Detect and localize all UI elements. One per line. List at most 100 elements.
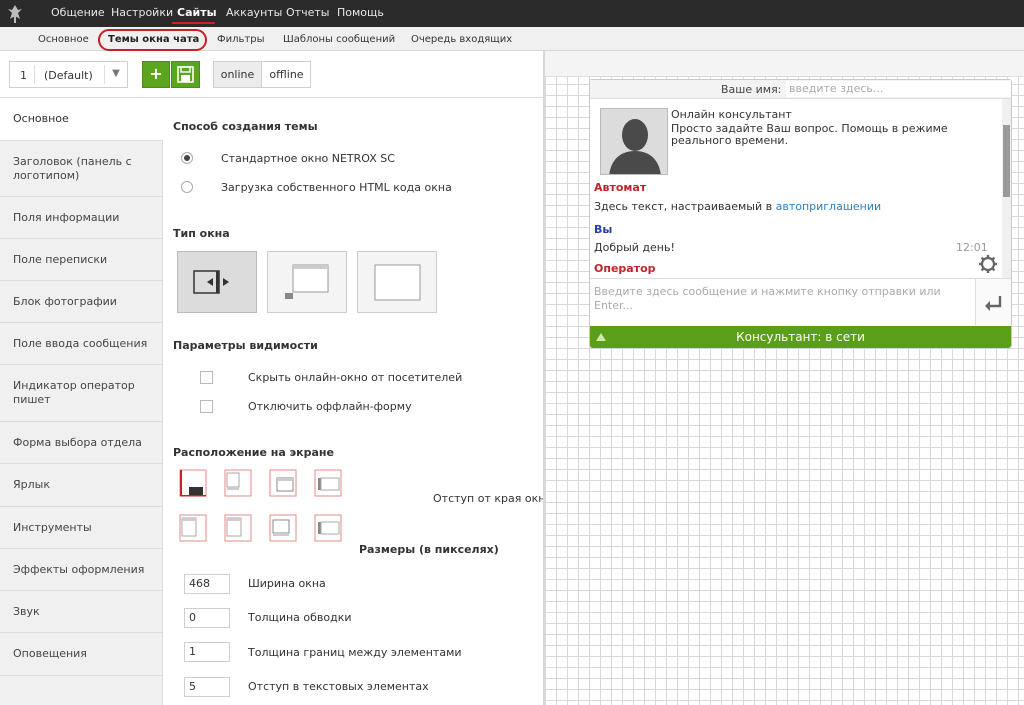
- popup-window-icon: [285, 264, 329, 299]
- position-top-left[interactable]: [179, 514, 207, 542]
- disable-offline-form-label: Отключить оффлайн-форму: [248, 400, 412, 413]
- theme-name: (Default): [44, 69, 93, 82]
- active-nav-underline: [172, 22, 215, 24]
- creation-method-heading: Способ создания темы: [173, 120, 318, 133]
- settings-panel: Способ создания темы Стандартное окно NE…: [163, 98, 552, 705]
- auto-invitation-link[interactable]: автоприглашении: [776, 200, 882, 213]
- element-border-input[interactable]: 1: [184, 642, 230, 662]
- sidebar-item-sound[interactable]: Звук: [0, 591, 163, 633]
- enter-arrow-icon: [985, 296, 1002, 311]
- preview-header-strip: [545, 51, 1024, 77]
- subnav-item-filters[interactable]: Фильтры: [217, 34, 264, 45]
- settings-sidebar: Основное Заголовок (панель с логотипом) …: [0, 98, 164, 705]
- sidebar-item-department-form[interactable]: Форма выбора отдела: [0, 422, 163, 464]
- app-logo-icon[interactable]: [6, 4, 24, 24]
- nav-item-communication[interactable]: Общение: [51, 6, 105, 19]
- position-top-center[interactable]: [224, 514, 252, 542]
- sidebar-item-message-input[interactable]: Поле ввода сообщения: [0, 323, 163, 365]
- sizes-heading: Размеры (в пикселях): [359, 543, 499, 556]
- sidebar-item-chat-field[interactable]: Поле переписки: [0, 239, 163, 281]
- add-theme-button[interactable]: +: [142, 61, 170, 88]
- sidebar-item-tools[interactable]: Инструменты: [0, 507, 163, 549]
- hide-online-window-checkbox[interactable]: [200, 371, 213, 384]
- nav-item-sites[interactable]: Сайты: [177, 6, 217, 19]
- sender-auto: Автомат: [594, 181, 647, 194]
- sidebar-item-info-fields[interactable]: Поля информации: [0, 197, 163, 239]
- sender-operator: Оператор: [594, 262, 656, 275]
- window-type-embedded[interactable]: [357, 251, 437, 313]
- online-mode-button[interactable]: online: [214, 62, 262, 87]
- message-time: 12:01: [956, 241, 988, 254]
- subnav-item-message-templates[interactable]: Шаблоны сообщений: [283, 34, 395, 45]
- operator-greeting: Просто задайте Ваш вопрос. Помощь в режи…: [671, 122, 948, 147]
- border-width-label: Толщина обводки: [248, 611, 352, 624]
- radio-custom-html-label: Загрузка собственного HTML кода окна: [221, 181, 452, 194]
- chat-scrollbar[interactable]: [1002, 99, 1011, 278]
- edge-offset-label: Отступ от края окна: [433, 492, 553, 505]
- hide-online-window-label: Скрыть онлайн-окно от посетителей: [248, 371, 463, 384]
- gear-icon[interactable]: [978, 254, 998, 274]
- visitor-name-input[interactable]: введите здесь...: [786, 81, 1011, 97]
- visibility-heading: Параметры видимости: [173, 339, 318, 352]
- scrollbar-thumb[interactable]: [1003, 125, 1010, 197]
- screen-position-heading: Расположение на экране: [173, 446, 334, 459]
- highlight-oval: [98, 29, 207, 51]
- auto-message-text: Здесь текст, настраиваемый в: [594, 200, 776, 213]
- visitor-name-row: Ваше имя: введите здесь...: [590, 80, 1011, 99]
- nav-item-settings[interactable]: Настройки: [111, 6, 173, 19]
- divider: [104, 65, 105, 84]
- nav-item-accounts[interactable]: Аккаунты: [226, 6, 282, 19]
- subnav-item-general[interactable]: Основное: [38, 34, 89, 45]
- element-border-label: Толщина границ между элементами: [248, 646, 462, 659]
- save-icon: [177, 66, 194, 83]
- embedded-window-icon: [374, 264, 421, 301]
- sidebar-item-header[interactable]: Заголовок (панель с логотипом): [0, 141, 163, 197]
- chat-window-preview: Ваше имя: введите здесь... Онлайн консул…: [589, 79, 1012, 348]
- top-navigation-bar: Общение Настройки Сайты Аккаунты Отчеты …: [0, 0, 1024, 27]
- window-width-input[interactable]: 468: [184, 574, 230, 594]
- sidebar-item-effects[interactable]: Эффекты оформления: [0, 549, 163, 591]
- operator-title: Онлайн консультант: [671, 108, 792, 121]
- radio-standard-window-label: Стандартное окно NETROX SC: [221, 152, 395, 165]
- sidebar-item-photo-block[interactable]: Блок фотографии: [0, 281, 163, 323]
- position-right-top[interactable]: [269, 469, 297, 497]
- save-theme-button[interactable]: [171, 61, 200, 88]
- user-silhouette-icon: [601, 109, 667, 174]
- offline-mode-button[interactable]: offline: [263, 62, 310, 87]
- online-offline-toggle: online offline: [213, 61, 311, 88]
- subnav-item-incoming-queue[interactable]: Очередь входящих: [411, 34, 512, 45]
- sidebar-item-notifications[interactable]: Оповещения: [0, 633, 163, 676]
- position-bottom-right[interactable]: [269, 514, 297, 542]
- send-button[interactable]: [975, 278, 1011, 325]
- you-message: Добрый день!: [594, 241, 675, 254]
- sidebar-item-general[interactable]: Основное: [0, 98, 164, 141]
- position-bottom-left[interactable]: [179, 469, 207, 497]
- inline-window-icon: [193, 270, 229, 294]
- position-left-bottom[interactable]: [314, 514, 342, 542]
- window-width-label: Ширина окна: [248, 577, 326, 590]
- sidebar-item-shortcut[interactable]: Ярлык: [0, 464, 163, 507]
- window-type-heading: Тип окна: [173, 227, 230, 240]
- nav-item-help[interactable]: Помощь: [337, 6, 384, 19]
- disable-offline-form-checkbox[interactable]: [200, 400, 213, 413]
- radio-custom-html[interactable]: [181, 181, 193, 193]
- position-bottom-center-left[interactable]: [224, 469, 252, 497]
- text-padding-input[interactable]: 5: [184, 677, 230, 697]
- radio-standard-window[interactable]: [181, 152, 193, 164]
- window-type-popup[interactable]: [267, 251, 347, 313]
- sidebar-item-typing-indicator[interactable]: Индикатор оператор пишет: [0, 365, 163, 422]
- operator-status-text: Консультант: в сети: [736, 330, 865, 344]
- window-type-inline[interactable]: [177, 251, 257, 313]
- operator-avatar: [600, 108, 668, 175]
- theme-number: 1: [20, 69, 27, 82]
- border-width-input[interactable]: 0: [184, 608, 230, 628]
- operator-status-bar[interactable]: Консультант: в сети: [590, 326, 1011, 348]
- position-right-bottom[interactable]: [314, 469, 342, 497]
- theme-toolbar: 1 (Default) ▼ + online offline: [0, 52, 543, 98]
- theme-select[interactable]: 1 (Default) ▼: [9, 61, 128, 88]
- text-padding-label: Отступ в текстовых элементах: [248, 680, 429, 693]
- nav-item-reports[interactable]: Отчеты: [286, 6, 329, 19]
- visitor-name-label: Ваше имя:: [721, 83, 782, 96]
- divider: [34, 65, 35, 84]
- message-input[interactable]: Введите здесь сообщение и нажмите кнопку…: [590, 278, 975, 325]
